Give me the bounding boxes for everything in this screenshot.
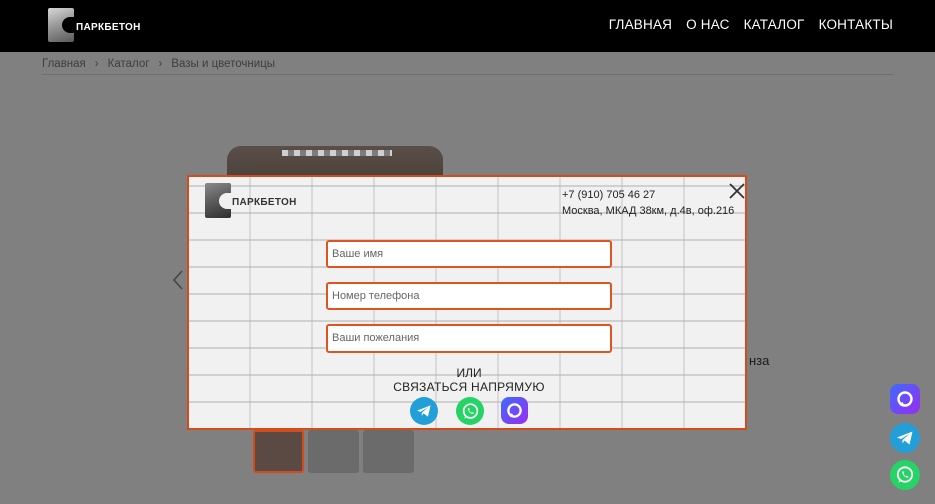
nav-item-about[interactable]: О НАС	[686, 17, 729, 32]
slider-prev-icon[interactable]	[172, 270, 184, 290]
nav-item-home[interactable]: ГЛАВНАЯ	[609, 17, 672, 32]
breadcrumb-separator: ›	[158, 58, 163, 70]
contact-address: Москва, МКАД 38км, д.4в, оф.216	[562, 205, 735, 217]
breadcrumb-item-home[interactable]: Главная	[42, 58, 86, 70]
modal-contacts: +7 (910) 705 46 27 Москва, МКАД 38км, д.…	[562, 187, 734, 219]
telegram-icon	[897, 431, 913, 445]
max-messenger-button[interactable]	[501, 397, 528, 424]
contact-phone[interactable]: +7 (910) 705 46 27	[562, 187, 734, 203]
breadcrumb-separator: ›	[94, 58, 99, 70]
main-nav: ГЛАВНАЯ О НАС КАТАЛОГ КОНТАКТЫ	[609, 17, 893, 32]
nav-item-catalog[interactable]: КАТАЛОГ	[744, 17, 805, 32]
modal-logo: ПАРКБЕТОН	[205, 183, 297, 218]
telegram-button[interactable]	[410, 397, 438, 425]
name-input[interactable]	[326, 240, 612, 268]
telegram-float-button[interactable]	[890, 423, 920, 453]
statue-logo-icon	[205, 183, 231, 218]
modal-logo-text: ПАРКБЕТОН	[232, 197, 297, 208]
breadcrumb-divider	[42, 74, 893, 75]
phone-input[interactable]	[326, 282, 612, 310]
breadcrumb-item-catalog[interactable]: Каталог	[108, 58, 150, 70]
product-thumbnails	[253, 430, 414, 473]
whatsapp-float-button[interactable]	[890, 460, 920, 490]
wishes-textarea[interactable]	[326, 324, 612, 353]
logo-text: ПАРКБЕТОН	[76, 21, 141, 33]
thumbnail[interactable]	[308, 430, 359, 473]
max-messenger-icon	[507, 403, 522, 418]
thumbnail[interactable]	[253, 430, 304, 473]
whatsapp-button[interactable]	[456, 397, 484, 425]
thumbnail[interactable]	[363, 430, 414, 473]
site-logo[interactable]: ПАРКБЕТОН	[48, 8, 141, 42]
contact-modal: ПАРКБЕТОН +7 (910) 705 46 27 Москва, МКА…	[187, 175, 747, 430]
statue-logo-icon	[48, 8, 74, 42]
breadcrumb: Главная › Каталог › Вазы и цветочницы	[42, 58, 275, 70]
whatsapp-icon	[896, 466, 914, 483]
whatsapp-icon	[462, 402, 478, 419]
or-label: ИЛИ	[456, 366, 482, 380]
direct-contact-label: СВЯЗАТЬСЯ НАПРЯМУЮ	[393, 380, 545, 394]
close-icon[interactable]	[727, 181, 747, 201]
telegram-icon	[417, 405, 431, 417]
product-description-fragment: нза	[749, 353, 770, 368]
site-header: ПАРКБЕТОН ГЛАВНАЯ О НАС КАТАЛОГ КОНТАКТЫ	[0, 0, 935, 52]
max-messenger-float-button[interactable]	[890, 384, 920, 414]
nav-item-contacts[interactable]: КОНТАКТЫ	[819, 17, 893, 32]
max-messenger-icon	[897, 391, 913, 407]
breadcrumb-item-current: Вазы и цветочницы	[171, 58, 276, 70]
